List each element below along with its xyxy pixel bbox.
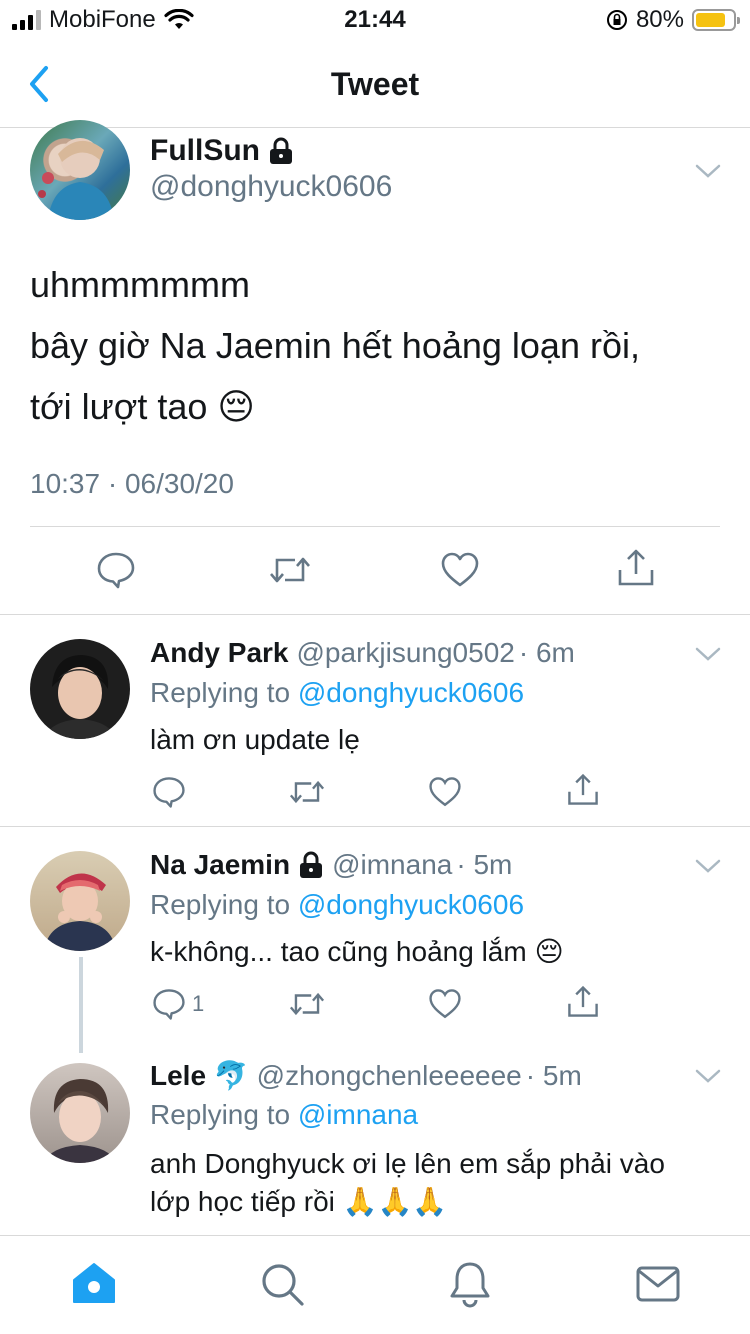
avatar[interactable] [30,639,130,739]
mention-link[interactable]: @donghyuck0606 [298,677,524,708]
reply-count: 1 [192,991,205,1016]
replying-to: Replying to @imnana [150,1099,418,1131]
author-name[interactable]: Andy Park [150,637,289,669]
divider [30,526,720,527]
chevron-down-icon[interactable] [694,1067,722,1085]
rotation-lock-icon [606,9,628,31]
reply-text: anh Donghyuck ơi lẹ lên em sắp phải vào … [150,1145,665,1221]
chevron-down-icon[interactable] [694,162,722,180]
reply-tweet[interactable]: Lele 🐬 @zhongchenleeeeee · 5m Replying t… [0,1037,750,1235]
replying-label: Replying to [150,677,291,708]
reply-time: · 6m [518,637,575,668]
tweet-text: uhmmmmmm bây giờ Na Jaemin hết hoảng loạ… [30,254,640,437]
author-row: Lele 🐬 @zhongchenleeeeee · 5m [150,1059,582,1092]
battery-percent: 80% [635,6,684,33]
nav-bar: Tweet [0,40,750,128]
retweet-icon[interactable] [288,775,326,809]
reply-text-line: anh Donghyuck ơi lẹ lên em sắp phải vào [150,1148,665,1179]
author-row: FullSun [150,134,294,168]
like-icon[interactable] [440,550,480,590]
share-icon[interactable] [616,548,656,588]
messages-icon[interactable] [634,1260,682,1308]
status-bar: MobiFone 21:44 80% [0,0,750,40]
retweet-icon[interactable] [288,987,326,1021]
author-name[interactable]: FullSun [150,134,260,168]
reply-icon[interactable]: 1 [152,987,212,1021]
chevron-down-icon[interactable] [694,645,722,663]
battery-icon [692,9,740,31]
reply-text-line: lớp học tiếp rồi 🙏🙏🙏 [150,1186,448,1217]
like-icon[interactable] [428,775,462,809]
share-icon[interactable] [566,773,600,807]
reply-text: làm ơn update lẹ [150,724,360,755]
author-name[interactable]: Lele 🐬 [150,1059,249,1092]
author-row: Na Jaemin @imnana · 5m [150,849,512,881]
search-icon[interactable] [258,1260,306,1308]
lock-icon [298,851,324,879]
share-icon[interactable] [566,985,600,1019]
replying-to: Replying to @donghyuck0606 [150,677,524,709]
chevron-down-icon[interactable] [694,857,722,875]
status-right: 80% [606,6,740,34]
author-handle[interactable]: @parkjisung0502 [297,637,515,669]
reply-icon[interactable] [96,550,136,590]
replying-label: Replying to [150,1099,291,1130]
tweet-line: bây giờ Na Jaemin hết hoảng loạn rồi, [30,325,640,366]
avatar[interactable] [30,851,130,951]
author-name[interactable]: Na Jaemin [150,849,290,881]
replying-label: Replying to [150,889,291,920]
tab-bar [0,1235,750,1334]
author-handle[interactable]: @imnana [332,849,452,881]
reply-text: k-không... tao cũng hoảng lắm 😔 [150,936,564,967]
retweet-icon[interactable] [268,550,312,590]
page-title: Tweet [330,66,420,102]
replying-to: Replying to @donghyuck0606 [150,889,524,921]
reply-time: · 5m [525,1059,582,1091]
reply-time: · 5m [456,849,513,880]
author-handle[interactable]: @donghyuck0606 [150,170,392,204]
avatar[interactable] [30,1063,130,1163]
reply-icon[interactable] [152,775,186,809]
main-tweet: FullSun @donghyuck0606 uhmmmmmm bây giờ … [0,120,750,615]
mention-link[interactable]: @donghyuck0606 [298,889,524,920]
reply-tweet[interactable]: Andy Park @parkjisung0502 · 6m Replying … [0,615,750,827]
reply-tweet[interactable]: Na Jaemin @imnana · 5m Replying to @dong… [0,827,750,1053]
avatar[interactable] [30,120,130,220]
notifications-icon[interactable] [446,1260,494,1308]
like-icon[interactable] [428,987,462,1021]
tweet-line: tới lượt tao 😔 [30,386,255,427]
tweet-timestamp[interactable]: 10:37 · 06/30/20 [30,468,234,500]
tweet-line: uhmmmmmm [30,264,250,305]
author-handle[interactable]: @zhongchenleeeeee [257,1060,522,1092]
lock-icon [268,137,294,165]
mention-link[interactable]: @imnana [298,1099,418,1130]
author-row: Andy Park @parkjisung0502 · 6m [150,637,575,669]
home-icon[interactable] [70,1260,118,1308]
